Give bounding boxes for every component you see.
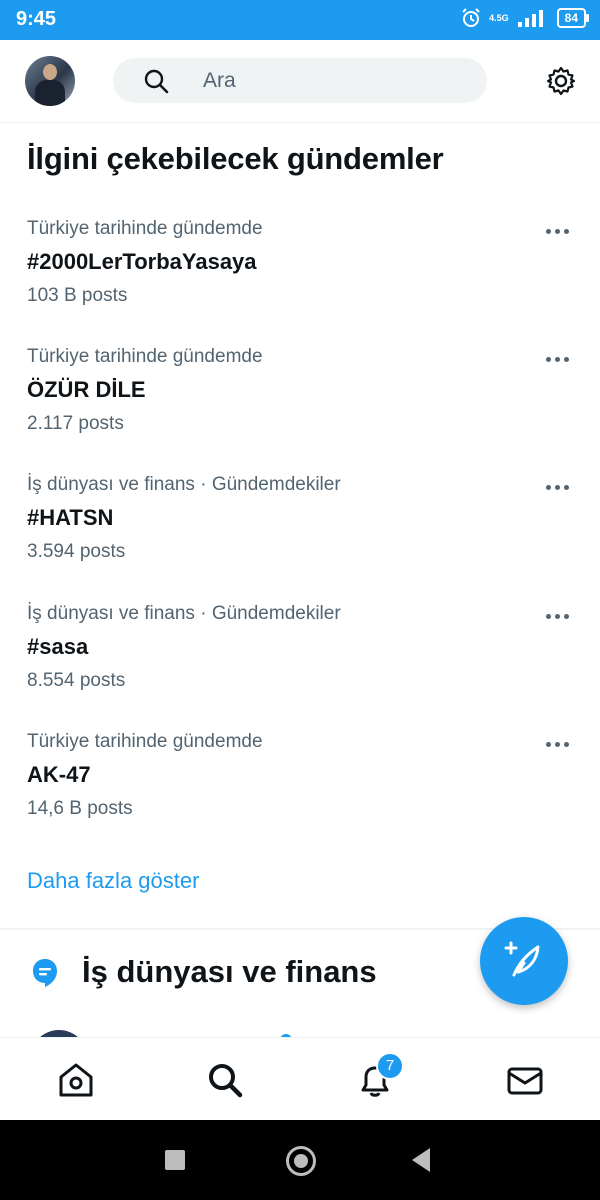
battery-indicator: 84 <box>556 8 590 28</box>
trend-item[interactable]: İş dünyası ve finans · Gündemdekiler #sa… <box>0 603 600 731</box>
bottom-tab-bar: 7 <box>0 1037 600 1121</box>
notification-badge: 7 <box>376 1052 404 1080</box>
trend-category: Türkiye tarihinde gündemde <box>27 731 263 752</box>
top-bar: Ara <box>0 40 600 123</box>
mail-icon[interactable] <box>505 1060 545 1100</box>
trend-name: #sasa <box>27 634 89 659</box>
network-type: 4.5G <box>489 13 509 23</box>
more-options-icon[interactable] <box>544 611 574 623</box>
system-nav-bar <box>0 1120 600 1200</box>
section-title: İş dünyası ve finans <box>82 954 377 989</box>
signal-icon <box>517 10 543 27</box>
trend-count: 8.554 posts <box>27 670 126 691</box>
status-icons: 4.5G 84 <box>461 8 590 28</box>
trend-category: İş dünyası ve finans · Gündemdekiler <box>27 603 341 624</box>
search-field[interactable]: Ara <box>113 58 487 103</box>
trend-name: AK-47 <box>27 762 91 787</box>
trend-count: 14,6 B posts <box>27 798 133 819</box>
more-options-icon[interactable] <box>544 739 574 751</box>
trend-category: Türkiye tarihinde gündemde <box>27 346 263 367</box>
trend-item[interactable]: Türkiye tarihinde gündemde #2000LerTorba… <box>0 218 600 346</box>
compose-button[interactable] <box>480 917 568 1005</box>
trend-count: 3.594 posts <box>27 541 126 562</box>
alarm-icon <box>462 8 480 27</box>
recents-button[interactable] <box>165 1150 185 1170</box>
page-title: İlgini çekebilecek gündemler <box>27 141 444 176</box>
home-icon[interactable] <box>56 1060 96 1100</box>
avatar-figure-head <box>43 64 57 80</box>
trend-category: İş dünyası ve finans · Gündemdekiler <box>27 474 341 495</box>
search-placeholder: Ara <box>203 69 236 92</box>
trend-item[interactable]: Türkiye tarihinde gündemde AK-47 14,6 B … <box>0 731 600 859</box>
search-icon[interactable] <box>205 1060 245 1100</box>
trend-name: #2000LerTorbaYasaya <box>27 249 257 274</box>
compose-feather-icon <box>504 941 540 977</box>
trend-count: 2.117 posts <box>27 413 124 434</box>
status-time: 9:45 <box>16 8 57 30</box>
profile-avatar[interactable] <box>25 56 75 106</box>
status-bar: 9:45 4.5G 84 <box>0 0 600 40</box>
trend-count: 103 B posts <box>27 285 128 306</box>
home-button[interactable] <box>286 1146 316 1176</box>
gear-icon[interactable] <box>546 66 576 96</box>
more-options-icon[interactable] <box>544 226 574 238</box>
more-options-icon[interactable] <box>544 354 574 366</box>
trend-category: Türkiye tarihinde gündemde <box>27 218 263 239</box>
show-more-link[interactable]: Daha fazla göster <box>27 868 199 894</box>
back-button[interactable] <box>412 1148 430 1172</box>
avatar-figure-body <box>35 80 65 106</box>
more-options-icon[interactable] <box>544 482 574 494</box>
search-icon <box>144 69 169 94</box>
trend-name: #HATSN <box>27 505 114 530</box>
topic-bubble-icon <box>33 959 57 987</box>
trend-item[interactable]: Türkiye tarihinde gündemde ÖZÜR DİLE 2.1… <box>0 346 600 474</box>
trend-name: ÖZÜR DİLE <box>27 377 146 402</box>
trend-item[interactable]: İş dünyası ve finans · Gündemdekiler #HA… <box>0 474 600 602</box>
